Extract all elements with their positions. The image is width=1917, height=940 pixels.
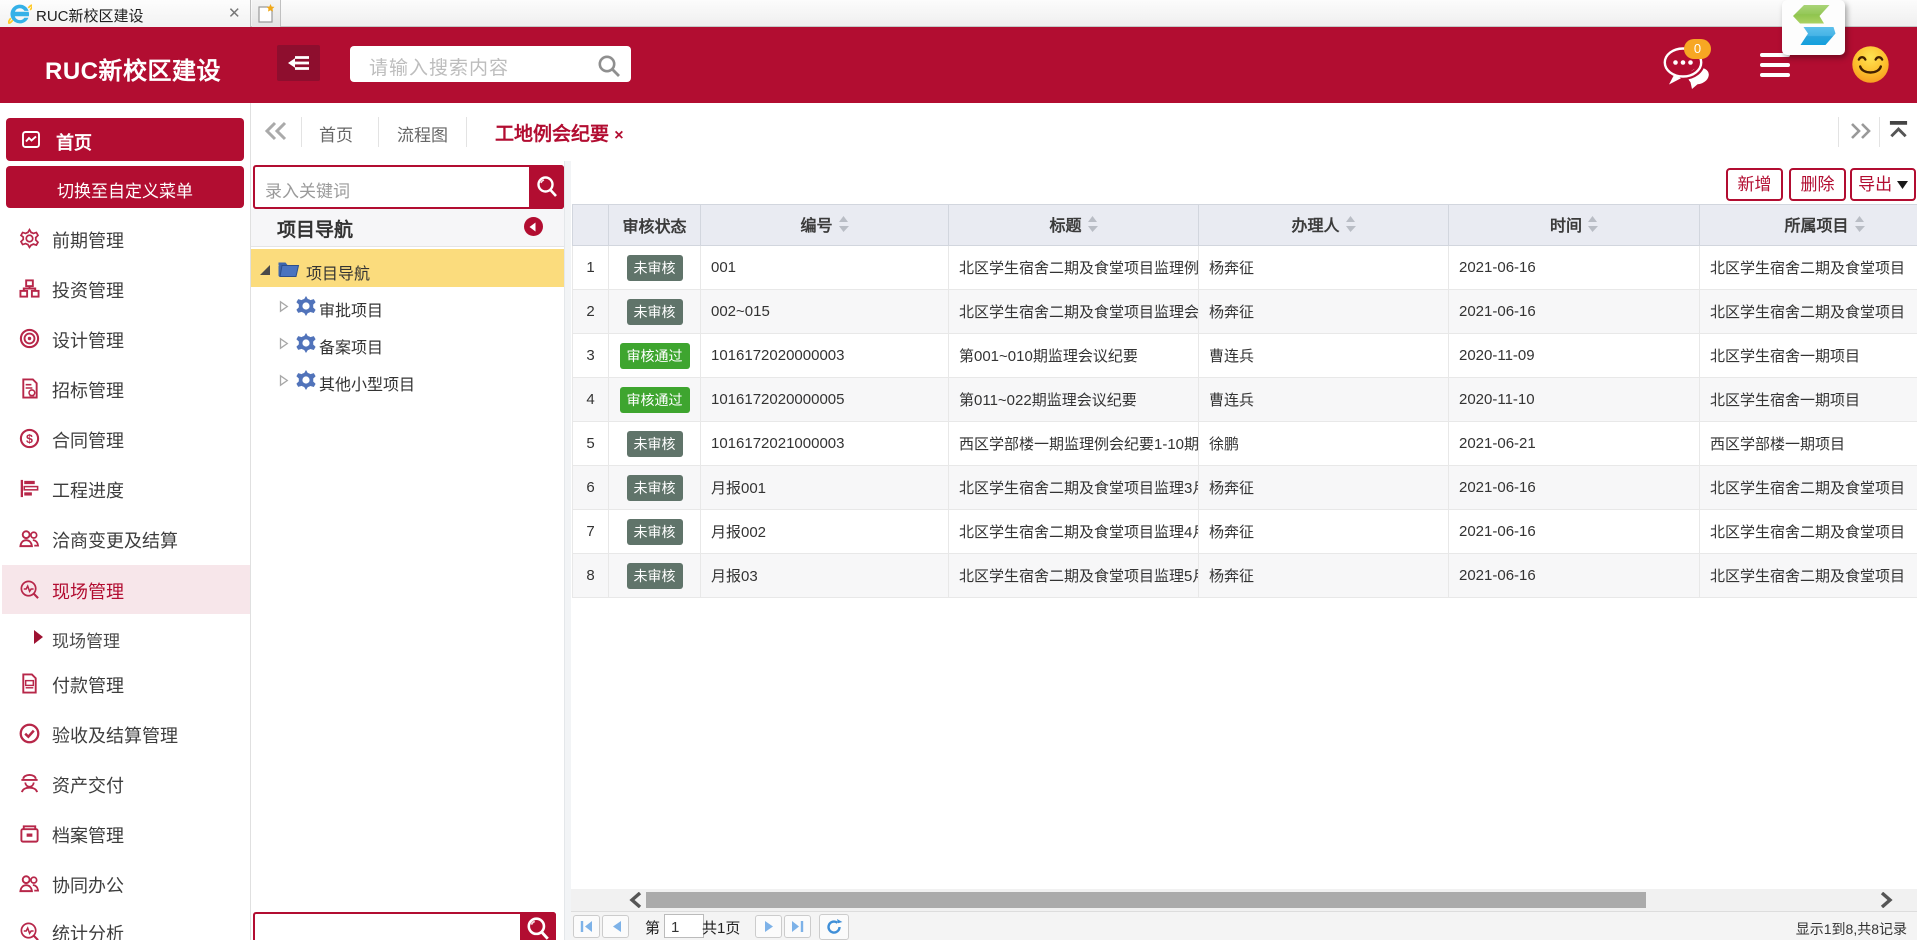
svg-text:$: $ bbox=[26, 431, 33, 445]
